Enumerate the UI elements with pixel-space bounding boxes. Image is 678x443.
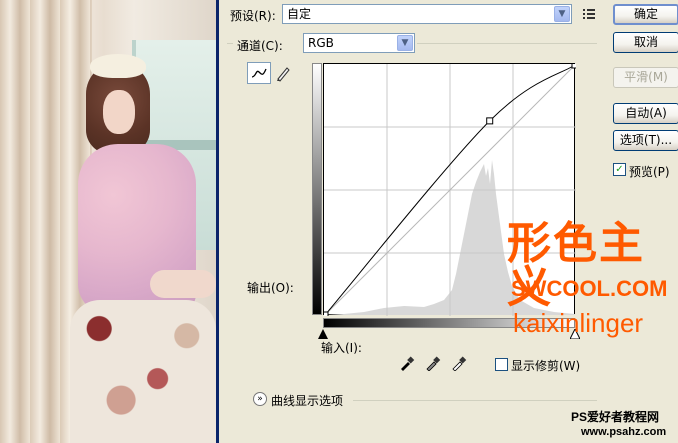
show-clipping-label: 显示修剪(W) — [511, 359, 581, 373]
preset-menu-icon[interactable] — [581, 6, 597, 22]
watermark-author: kaixinlinger — [513, 308, 644, 338]
preset-label: 预设(R): — [230, 9, 276, 23]
output-label: 输出(O): — [247, 281, 294, 295]
photo-canvas — [0, 0, 216, 443]
options-button[interactable]: 选项(T)... — [613, 130, 678, 151]
ok-button[interactable]: 确定 — [613, 4, 678, 25]
preset-value: 自定 — [287, 7, 312, 21]
black-eyedropper-icon[interactable] — [399, 355, 415, 371]
cushion — [70, 300, 216, 443]
show-clipping-checkbox[interactable] — [495, 358, 508, 371]
curve-control-point[interactable] — [571, 64, 576, 69]
curves-dialog: 预设(R): 自定 ▼ 通道(C): RGB ▼ 输出(O): 输入(I): 显… — [216, 0, 678, 443]
input-label: 输入(I): — [321, 341, 362, 355]
white-eyedropper-icon[interactable] — [451, 355, 467, 372]
curve-control-point[interactable] — [324, 311, 329, 316]
gray-eyedropper-icon[interactable] — [425, 355, 441, 372]
group-line-left — [227, 43, 233, 44]
face — [103, 90, 135, 134]
pencil-icon[interactable] — [275, 64, 291, 82]
watermark-footer2: www.psahz.com — [581, 426, 667, 438]
preset-select[interactable]: 自定 ▼ — [282, 4, 572, 24]
output-gradient — [312, 63, 322, 315]
black-point-slider[interactable] — [318, 328, 328, 339]
curve-control-point[interactable] — [486, 117, 494, 125]
hat — [90, 54, 146, 78]
preview-label: 预览(P) — [629, 165, 670, 179]
group-line-right — [417, 43, 597, 44]
expand-toggle-icon[interactable]: » — [253, 392, 267, 406]
channel-value: RGB — [308, 36, 334, 50]
channel-label: 通道(C): — [237, 39, 283, 53]
preview-checkbox[interactable]: ✓ — [613, 163, 626, 176]
legs — [150, 270, 216, 298]
watermark-site: SWCOOL.COM — [511, 276, 668, 301]
curve-icon — [251, 68, 267, 78]
curve-point-tool[interactable] — [247, 62, 271, 84]
cancel-button[interactable]: 取消 — [613, 32, 678, 53]
watermark-footer1: PS爱好者教程网 — [571, 410, 660, 424]
channel-select[interactable]: RGB ▼ — [303, 33, 415, 53]
curve-options-label: 曲线显示选项 — [271, 394, 344, 408]
options-divider — [353, 400, 597, 401]
auto-button[interactable]: 自动(A) — [613, 103, 678, 124]
chevron-down-icon[interactable]: ▼ — [554, 6, 570, 22]
chevron-down-icon[interactable]: ▼ — [397, 35, 413, 51]
smooth-button[interactable]: 平滑(M) — [613, 67, 678, 88]
